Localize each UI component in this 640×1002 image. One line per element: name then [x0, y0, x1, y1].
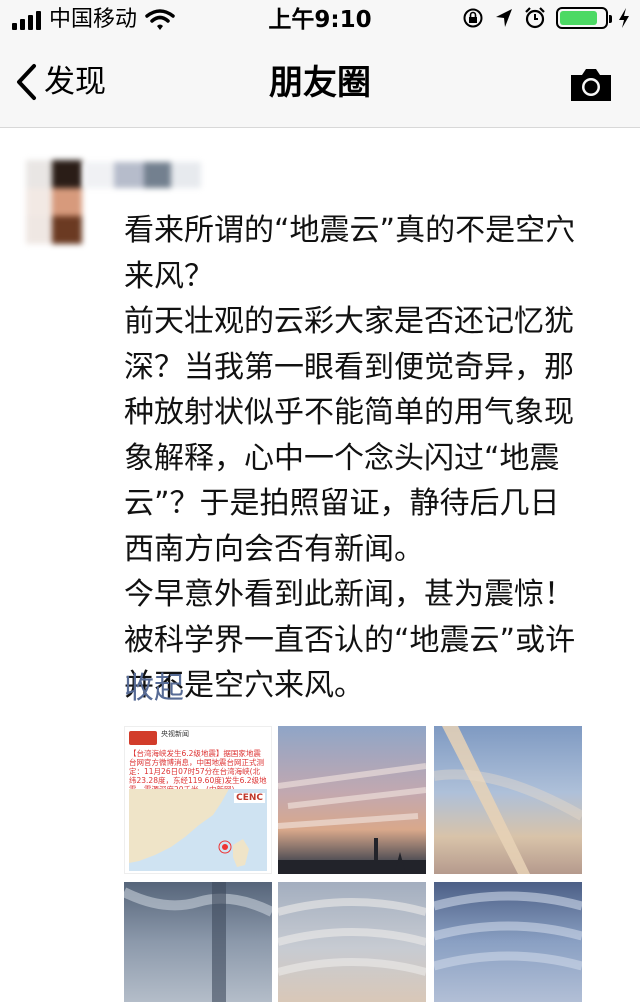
news-logo	[129, 731, 157, 745]
news-screenshot-thumbnail[interactable]: 央视新闻 【台湾海峡发生6.2级地震】据国家地震台网官方微博消息，中国地震台网正…	[124, 726, 272, 874]
charging-icon	[619, 8, 629, 28]
rotation-lock-icon	[463, 8, 483, 28]
photo-thumbnail[interactable]	[124, 882, 272, 1002]
post-text: 看来所谓的“地震云”真的不是空穴 来风？ 前天壮观的云彩大家是否还记忆犹 深？当…	[124, 213, 576, 703]
nav-bar: 发现 朋友圈	[0, 40, 640, 128]
photo-thumbnail[interactable]	[434, 726, 582, 874]
collapse-link[interactable]: 收起	[124, 666, 184, 711]
photo-thumbnail[interactable]	[278, 882, 426, 1002]
battery-icon	[556, 7, 612, 29]
camera-icon[interactable]	[568, 66, 614, 104]
news-body: 【台湾海峡发生6.2级地震】据国家地震台网官方微博消息，中国地震台网正式测定：1…	[129, 749, 267, 794]
avatar[interactable]	[26, 160, 82, 244]
location-icon	[496, 9, 512, 27]
photo-thumbnail[interactable]	[278, 726, 426, 874]
status-right	[462, 7, 630, 29]
page-title: 朋友圈	[269, 63, 371, 103]
photo-thumbnail[interactable]	[434, 882, 582, 1002]
battery-fill	[560, 11, 598, 25]
alarm-icon	[525, 7, 545, 29]
cenc-logo: CENC	[234, 793, 265, 803]
news-source: 央视新闻	[161, 730, 189, 738]
status-bar: 中国移动 上午9:10	[0, 0, 640, 40]
author-name-redacted	[84, 162, 219, 188]
